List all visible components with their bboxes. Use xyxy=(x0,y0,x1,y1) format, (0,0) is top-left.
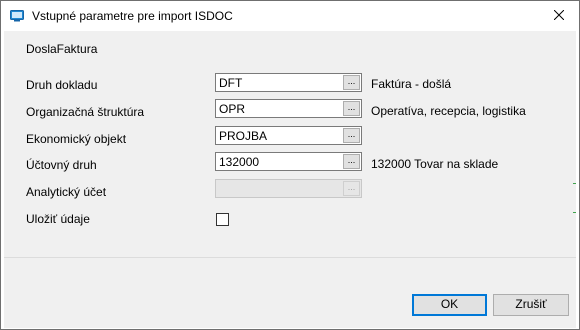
close-button[interactable] xyxy=(539,1,579,31)
form-panel: DoslaFaktura Druh dokladu DFT ... Faktúr… xyxy=(4,31,576,257)
title-bar: Vstupné parametre pre import ISDOC xyxy=(1,1,579,31)
close-icon xyxy=(553,9,565,23)
ekonomicky-objekt-value: PROJBA xyxy=(219,129,268,143)
ekonomicky-objekt-lookup-button[interactable]: ... xyxy=(343,128,360,143)
organizacna-struktura-value: OPR xyxy=(219,102,246,116)
organizacna-struktura-lookup-button[interactable]: ... xyxy=(343,101,360,116)
organizacna-struktura-description: Operatíva, recepcia, logistika xyxy=(371,104,526,118)
document-type-heading: DoslaFaktura xyxy=(26,42,98,56)
ekonomicky-objekt-field[interactable]: PROJBA ... xyxy=(215,126,362,145)
analyticky-ucet-field[interactable]: ... xyxy=(215,179,362,198)
uctovny-druh-value: 132000 xyxy=(219,155,260,169)
label-uctovny-druh: Účtovný druh xyxy=(26,158,97,172)
druh-dokladu-lookup-button[interactable]: ... xyxy=(343,75,360,90)
window-title: Vstupné parametre pre import ISDOC xyxy=(32,9,233,23)
app-window-icon xyxy=(10,10,24,22)
uctovny-druh-field[interactable]: 132000 ... xyxy=(215,152,362,171)
dialog-window: Vstupné parametre pre import ISDOC Dosla… xyxy=(0,0,580,330)
label-ulozit-udaje: Uložiť údaje xyxy=(26,212,90,226)
analyticky-ucet-lookup-button[interactable]: ... xyxy=(343,181,360,196)
cancel-button[interactable]: Zrušiť xyxy=(493,294,569,316)
cancel-button-label: Zrušiť xyxy=(515,297,547,311)
druh-dokladu-value: DFT xyxy=(219,76,243,90)
ok-button[interactable]: OK xyxy=(412,294,487,316)
uctovny-druh-lookup-button[interactable]: ... xyxy=(343,154,360,169)
organizacna-struktura-field[interactable]: OPR ... xyxy=(215,99,362,118)
uctovny-druh-description: 132000 Tovar na sklade xyxy=(371,157,499,171)
ok-button-label: OK xyxy=(440,297,459,311)
label-druh-dokladu: Druh dokladu xyxy=(26,78,98,92)
label-analyticky-ucet: Analytický účet xyxy=(26,185,107,199)
label-ekonomicky-objekt: Ekonomický objekt xyxy=(26,132,127,146)
edge-marker xyxy=(573,212,576,213)
druh-dokladu-field[interactable]: DFT ... xyxy=(215,73,362,92)
button-bar: OK Zrušiť xyxy=(4,257,576,328)
druh-dokladu-description: Faktúra - došlá xyxy=(371,77,452,91)
ulozit-udaje-checkbox[interactable] xyxy=(216,213,229,226)
edge-marker xyxy=(573,183,576,184)
label-organizacna-struktura: Organizačná štruktúra xyxy=(26,105,145,119)
